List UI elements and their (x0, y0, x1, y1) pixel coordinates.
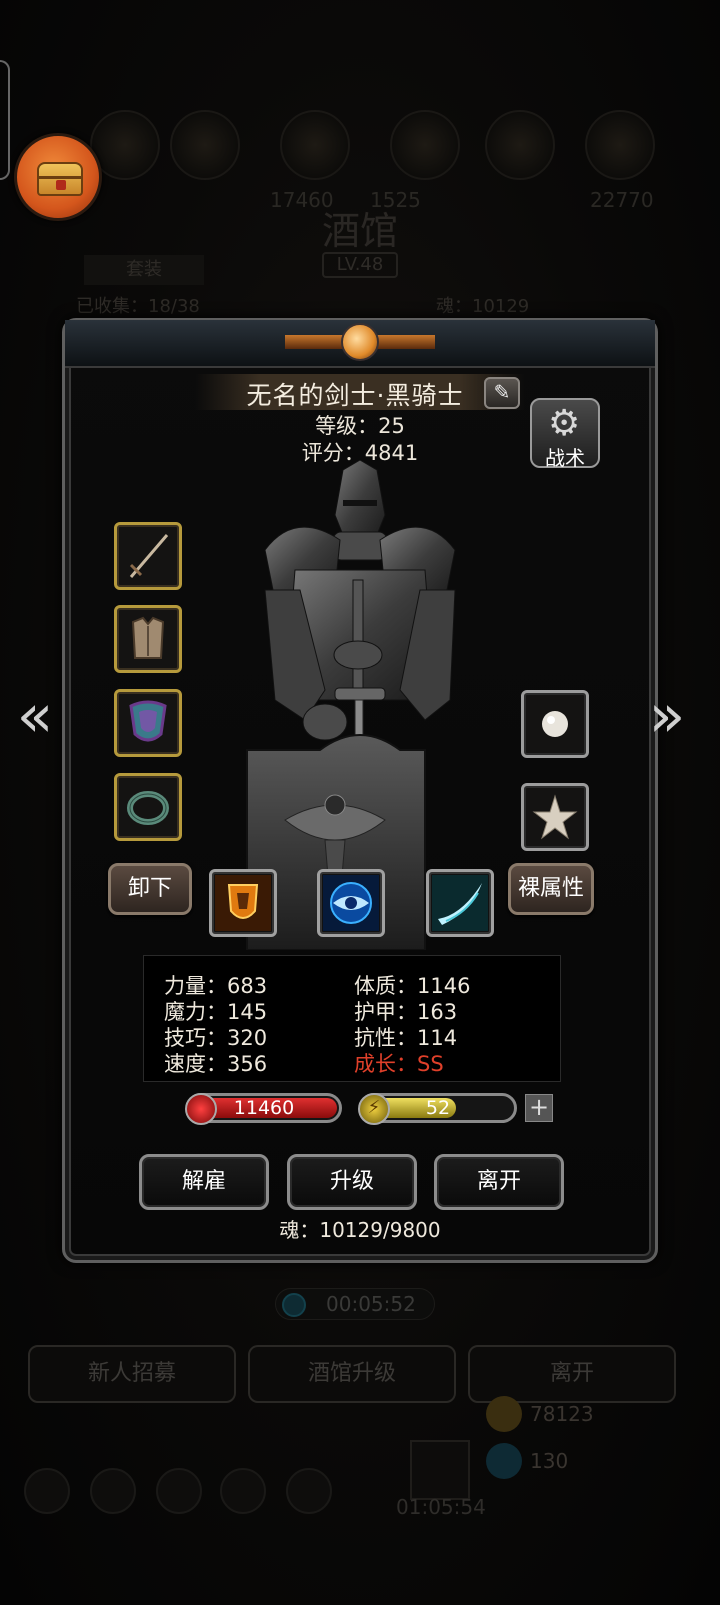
tavern-upgrade-button[interactable]: 酒馆升级 (248, 1345, 456, 1403)
crest-wing-left (285, 335, 347, 349)
moon-icon (341, 323, 379, 361)
bg-soul: 魂：10129 (436, 296, 530, 317)
skill-slot-2[interactable] (317, 869, 385, 937)
next-hero-arrow-icon[interactable]: » (642, 686, 692, 748)
clock-icon (282, 1293, 306, 1317)
stat-speed: 速度：356 (164, 1052, 268, 1076)
hp-bar: 11460 (185, 1093, 342, 1125)
stats-panel: 力量：683 魔力：145 技巧：320 速度：356 体质：1146 护甲：1… (143, 955, 561, 1082)
starfish-icon (532, 794, 578, 840)
tactics-label: 战术 (545, 446, 585, 470)
chest-icon (37, 162, 83, 196)
rename-button[interactable]: ✎ (484, 377, 520, 409)
energy-value: 52 (425, 1097, 451, 1119)
shield-slot[interactable] (114, 689, 182, 757)
bg-resource-icon (280, 110, 350, 180)
skill-slot-3[interactable] (426, 869, 494, 937)
energy-bar: ⚡ 52 (358, 1093, 517, 1125)
accessory-slot-2[interactable] (521, 783, 589, 851)
bg-resource-icon (485, 110, 555, 180)
tab-set[interactable]: 套装 (84, 255, 204, 285)
leave-button[interactable]: 离开 (434, 1154, 564, 1210)
tavern-level: LV.48 (322, 252, 398, 278)
bg-collected: 已收集：18/38 (76, 296, 200, 317)
soul-counter: 魂：10129/9800 (279, 1218, 441, 1242)
bg-leave-button[interactable]: 离开 (468, 1345, 676, 1403)
gem-amount: 130 (530, 1449, 569, 1473)
ring-slot[interactable] (114, 773, 182, 841)
gold-coin-icon (486, 1396, 522, 1432)
pearl-icon (542, 711, 568, 737)
bottom-nav-icon[interactable] (156, 1468, 202, 1514)
moon-crest-ornament (285, 305, 435, 375)
bg-resource-icon (390, 110, 460, 180)
hp-value: 11460 (233, 1097, 295, 1119)
gem-icon (486, 1443, 522, 1479)
skill-slot-1[interactable] (209, 869, 277, 937)
refresh-timer: 00:05:52 (275, 1288, 435, 1320)
recruit-button[interactable]: 新人招募 (28, 1345, 236, 1403)
unequip-button[interactable]: 卸下 (108, 863, 192, 915)
armor-slot[interactable] (114, 605, 182, 673)
bg-resource-icon (170, 110, 240, 180)
crest-wing-right (373, 335, 435, 349)
bg-resource-icon (585, 110, 655, 180)
bottom-nav-icon[interactable] (220, 1468, 266, 1514)
hero-name: 无名的剑士·黑骑士 (246, 381, 464, 410)
chest-lock-icon (56, 180, 66, 190)
gift-icon[interactable] (410, 1440, 470, 1500)
chest-armor-icon (131, 616, 165, 659)
blue-eye-icon (323, 875, 379, 931)
treasure-chest-button[interactable] (14, 133, 102, 221)
ice-slash-icon (432, 875, 488, 931)
accessory-slot-1[interactable] (521, 690, 589, 758)
fire-shield-icon (215, 875, 271, 931)
sword-icon (129, 534, 169, 578)
shield-icon (129, 700, 167, 742)
ring-icon (127, 791, 169, 825)
bottom-nav-icon[interactable] (24, 1468, 70, 1514)
pencil-icon: ✎ (493, 380, 511, 404)
hero-level: 等级：25 (315, 414, 405, 438)
growth-value: SS (417, 1052, 444, 1076)
gear-icon: ⚙ (548, 403, 581, 444)
dismiss-button[interactable]: 解雇 (139, 1154, 269, 1210)
gift-timer: 01:05:54 (396, 1495, 486, 1519)
add-energy-button[interactable]: + (525, 1094, 553, 1122)
bottom-nav-icon[interactable] (90, 1468, 136, 1514)
tavern-title: 酒馆 (321, 209, 398, 253)
base-attributes-button[interactable]: 裸属性 (508, 863, 594, 915)
weapon-slot[interactable] (114, 522, 182, 590)
previous-hero-arrow-icon[interactable]: « (10, 686, 60, 748)
gold-amount: 78123 (530, 1402, 594, 1426)
timer-text: 00:05:52 (326, 1292, 416, 1316)
upgrade-button[interactable]: 升级 (287, 1154, 417, 1210)
tactics-button[interactable]: ⚙ 战术 (530, 398, 600, 470)
growth-label: 成长： (354, 1052, 417, 1076)
bottom-nav-icon[interactable] (286, 1468, 332, 1514)
side-tab-edge[interactable] (0, 60, 10, 180)
background-resource-icons (90, 110, 690, 190)
stat-growth: 成长：SS (354, 1048, 444, 1078)
